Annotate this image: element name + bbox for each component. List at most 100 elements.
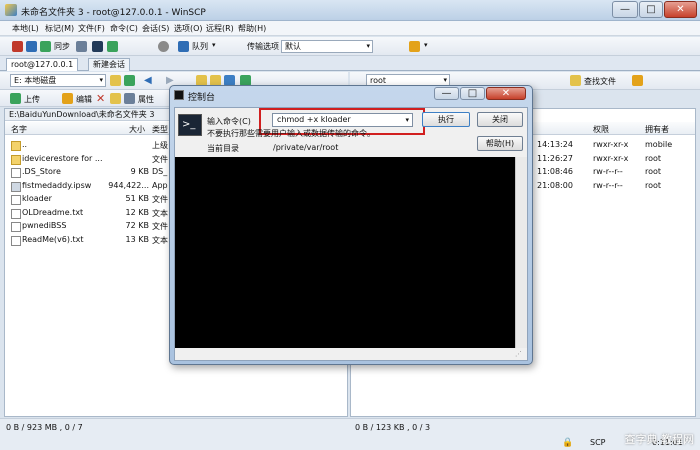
dialog-close-action-button[interactable]: 关闭 xyxy=(477,112,523,127)
file-time: 11:08:46 xyxy=(537,167,573,176)
menu-local[interactable]: 本地(L) xyxy=(12,23,39,34)
file-name: pwnediBSS xyxy=(22,221,67,230)
file-icon xyxy=(11,222,21,232)
status-bar: 0 B / 923 MB , 0 / 7 0 B / 123 KB , 0 / … xyxy=(0,418,700,450)
properties-icon[interactable] xyxy=(124,93,135,104)
upload-button[interactable]: 上传 xyxy=(24,94,40,105)
dialog-close-button[interactable]: ✕ xyxy=(486,87,526,100)
watermark: 查字典 教程网 xyxy=(624,433,695,446)
menu-options[interactable]: 选项(O) xyxy=(174,23,203,34)
file-size: 13 KB xyxy=(125,234,149,244)
file-owner: mobile xyxy=(645,140,673,149)
chevron-down-icon[interactable]: ▾ xyxy=(405,114,409,126)
edit-icon[interactable] xyxy=(62,93,73,104)
upload-icon[interactable] xyxy=(10,93,21,104)
preferences-icon[interactable] xyxy=(409,41,420,52)
command-input-label: 输入命令(C) xyxy=(207,117,251,126)
menu-session[interactable]: 会话(S) xyxy=(142,23,169,34)
file-time: 11:26:27 xyxy=(537,153,573,163)
ipsw-file-icon xyxy=(11,181,21,192)
main-toolbar: 同步 队列 ▾ 传输选项 默认 ▾ ▾ xyxy=(0,37,700,56)
filter-icon[interactable] xyxy=(124,75,135,86)
dialog-title: 控制台 xyxy=(188,93,216,103)
column-size[interactable]: 大小 xyxy=(129,124,145,135)
local-browser-icon[interactable] xyxy=(12,41,23,52)
column-name[interactable]: 名字 xyxy=(11,124,27,135)
find-files-icon[interactable] xyxy=(570,75,581,86)
column-rights[interactable]: 权限 xyxy=(593,124,609,135)
file-name: .DS_Store xyxy=(22,167,61,176)
winscp-app-icon[interactable] xyxy=(5,4,17,16)
minimize-button[interactable]: — xyxy=(612,1,638,18)
file-name: idevicerestore for ... xyxy=(22,153,103,163)
command-input[interactable]: chmod +x kloader ▾ xyxy=(272,113,413,127)
console-output[interactable] xyxy=(175,157,515,348)
file-name: kloader xyxy=(22,194,52,203)
find-files-button[interactable]: 查找文件 xyxy=(584,76,616,87)
resize-grip-icon[interactable]: ⋰ xyxy=(515,350,525,359)
chevron-down-icon[interactable]: ▾ xyxy=(424,41,428,49)
tab-new-session[interactable]: 新建会话 xyxy=(88,58,130,71)
menu-mark[interactable]: 标记(M) xyxy=(45,23,74,34)
menu-commands[interactable]: 命令(C) xyxy=(110,23,138,34)
file-name: fistmedaddy.ipsw xyxy=(22,180,92,190)
file-name: .. xyxy=(22,140,28,149)
remote-status: 0 B / 123 KB , 0 / 3 xyxy=(355,423,431,432)
sync-button[interactable]: 同步 xyxy=(54,41,70,52)
text-file-icon xyxy=(11,208,21,219)
sync-browse-icon[interactable] xyxy=(632,75,643,86)
file-time: 14:13:24 xyxy=(537,140,573,149)
dialog-minimize-button[interactable]: — xyxy=(434,87,459,100)
chevron-down-icon[interactable]: ▾ xyxy=(212,41,216,49)
help-button[interactable]: 帮助(H) xyxy=(477,136,523,151)
close-icon: ✕ xyxy=(676,4,685,15)
close-button[interactable]: ✕ xyxy=(664,1,697,18)
refresh-icon[interactable] xyxy=(107,41,118,52)
terminal-icon[interactable] xyxy=(92,41,103,52)
transfer-settings-select[interactable]: 默认 ▾ xyxy=(281,40,373,53)
properties-button[interactable]: 属性 xyxy=(138,94,154,105)
compare-icon[interactable] xyxy=(76,41,87,52)
sync-icon[interactable] xyxy=(40,41,51,52)
file-type: App xyxy=(152,180,168,190)
minimize-icon: — xyxy=(441,88,452,99)
remote-dir-value: root xyxy=(370,76,387,85)
execute-button[interactable]: 执行 xyxy=(422,112,470,127)
remote-browser-icon[interactable] xyxy=(26,41,37,52)
current-dir-label: 当前目录 xyxy=(207,144,239,153)
terminal-prompt-icon: >_ xyxy=(178,114,202,136)
rename-icon[interactable] xyxy=(110,93,121,104)
menu-help[interactable]: 帮助(H) xyxy=(238,23,266,34)
file-time: 21:08:00 xyxy=(537,180,573,190)
dialog-body: >_ 输入命令(C) chmod +x kloader ▾ 不要执行那些需要用户… xyxy=(174,107,528,361)
local-drive-select[interactable]: E: 本地磁盘 ▾ xyxy=(10,74,106,87)
file-name: ReadMe(v6).txt xyxy=(22,234,84,244)
open-folder-icon[interactable] xyxy=(110,75,121,86)
file-type: 上级 xyxy=(152,141,168,150)
file-type: 文件 xyxy=(152,195,168,204)
folder-icon xyxy=(11,154,21,165)
console-icon xyxy=(174,90,184,100)
column-type[interactable]: 类型 xyxy=(152,124,168,135)
column-owner[interactable]: 拥有者 xyxy=(645,124,669,135)
back-arrow-icon[interactable]: ◀ xyxy=(144,75,152,86)
chevron-down-icon: ▾ xyxy=(366,42,370,50)
edit-button[interactable]: 编辑 xyxy=(76,94,92,105)
local-drive-value: E: 本地磁盘 xyxy=(14,76,57,85)
close-icon: ✕ xyxy=(501,88,511,99)
file-size: 12 KB xyxy=(125,207,149,217)
queue-button[interactable]: 队列 xyxy=(192,41,208,52)
gear-icon[interactable] xyxy=(158,41,169,52)
file-rights: rwxr-xr-x xyxy=(593,153,629,163)
console-scrollbar[interactable] xyxy=(515,157,527,348)
dialog-maximize-button[interactable]: □ xyxy=(460,87,485,100)
menu-remote[interactable]: 远程(R) xyxy=(206,23,234,34)
file-icon xyxy=(11,195,21,205)
queue-icon[interactable] xyxy=(178,41,189,52)
file-size: 9 KB xyxy=(130,167,149,176)
tab-session[interactable]: root@127.0.0.1 xyxy=(6,58,79,71)
maximize-icon: □ xyxy=(467,88,478,99)
menu-file[interactable]: 文件(F) xyxy=(78,23,105,34)
maximize-button[interactable]: □ xyxy=(639,1,663,18)
delete-icon[interactable]: ✕ xyxy=(96,92,105,105)
